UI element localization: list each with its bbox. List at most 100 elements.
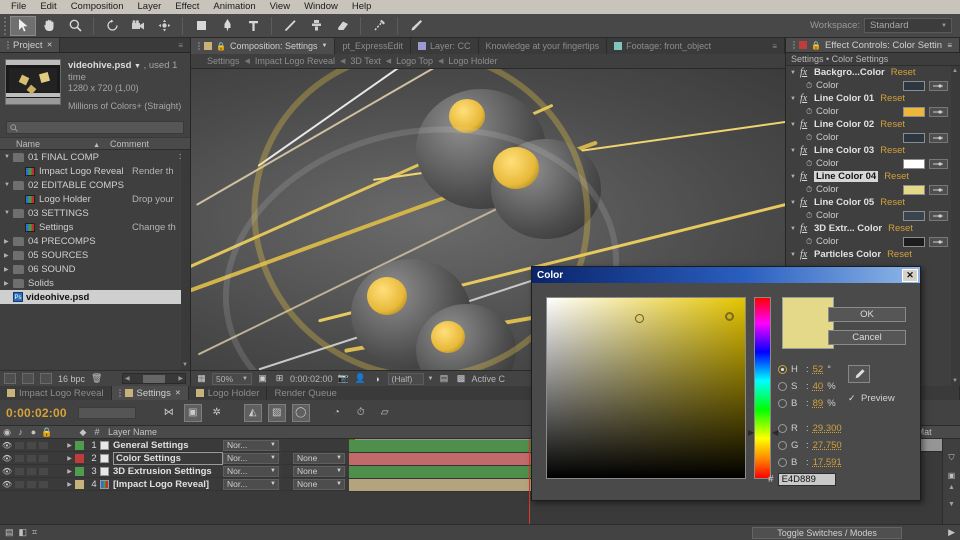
breadcrumb-item-1[interactable]: Impact Logo Reveal bbox=[255, 56, 335, 66]
value-saturation[interactable]: 40 bbox=[813, 381, 824, 392]
selection-tool-icon[interactable] bbox=[10, 15, 36, 36]
disclosure-triangle-icon[interactable]: ▶ bbox=[64, 442, 75, 449]
new-folder-icon[interactable] bbox=[22, 373, 34, 384]
layer-name[interactable]: 3D Extrusion Settings bbox=[113, 466, 212, 477]
column-header-name[interactable]: Name ▲ bbox=[0, 139, 110, 149]
effect-controls-scrollbar[interactable]: ▲ ▼ bbox=[951, 66, 960, 386]
reset-button[interactable]: Reset bbox=[884, 171, 909, 182]
disclosure-triangle-icon[interactable]: ▼ bbox=[790, 122, 800, 128]
project-vertical-scrollbar[interactable]: ▼ bbox=[181, 150, 190, 370]
menu-item-file[interactable]: File bbox=[4, 0, 33, 14]
disclosure-triangle-icon[interactable]: ▶ bbox=[4, 280, 13, 287]
scrollbar-thumb[interactable] bbox=[143, 374, 165, 383]
layer-bar-1[interactable] bbox=[349, 440, 545, 453]
label-color-swatch[interactable] bbox=[75, 466, 84, 476]
layer-bar-2[interactable] bbox=[349, 453, 545, 466]
eyedropper-button[interactable] bbox=[848, 365, 870, 383]
region-preview-icon[interactable]: ▤ bbox=[438, 373, 451, 385]
effect-row-line-color-05[interactable]: ▼ fx Line Color 05 Reset bbox=[786, 196, 960, 209]
tab-layer-cc[interactable]: Layer: CC bbox=[411, 38, 479, 54]
table-row[interactable]: 👁 ▶ 1 General Settings Nor... ▼ bbox=[0, 439, 349, 452]
close-icon[interactable]: ✕ bbox=[47, 41, 53, 49]
viewer-timecode[interactable]: 0:00:02:00 bbox=[290, 374, 333, 384]
list-item[interactable]: ▶ Solids bbox=[0, 276, 190, 290]
value-brightness[interactable]: 89 bbox=[813, 398, 824, 409]
disclosure-triangle-icon[interactable]: ▼ bbox=[790, 200, 800, 206]
eraser-tool-icon[interactable] bbox=[329, 16, 355, 36]
disclosure-triangle-icon[interactable]: ▼ bbox=[4, 210, 13, 216]
disclosure-triangle-icon[interactable]: ▶ bbox=[64, 468, 75, 475]
brainstorm-icon[interactable]: ◯ bbox=[291, 403, 310, 422]
snapshot-icon[interactable]: ▣ bbox=[943, 471, 960, 480]
disclosure-triangle-icon[interactable]: ▼ bbox=[790, 96, 800, 102]
zoom-tool-icon[interactable] bbox=[62, 16, 88, 36]
tab-effect-controls[interactable]: 🔒 Effect Controls: Color Settin ≡ bbox=[786, 38, 960, 52]
trkmat-select[interactable]: None ▼ bbox=[293, 478, 345, 490]
stopwatch-icon[interactable]: ⏱ bbox=[806, 81, 816, 91]
disclosure-triangle-icon[interactable]: ▼ bbox=[4, 182, 13, 188]
field-brightness[interactable]: B : 89 % bbox=[778, 395, 842, 412]
list-item[interactable]: ▼01 FINAL COMP⁙ bbox=[0, 150, 190, 164]
channel-rgb-icon[interactable]: ◑ bbox=[371, 373, 384, 385]
current-color-marker[interactable] bbox=[725, 312, 734, 321]
playhead[interactable] bbox=[529, 439, 530, 524]
field-hue[interactable]: H : 52 ° bbox=[778, 361, 842, 378]
menu-item-animation[interactable]: Animation bbox=[206, 0, 262, 14]
t-toggle[interactable] bbox=[279, 439, 281, 452]
project-search-input[interactable] bbox=[6, 121, 184, 134]
current-time-display[interactable]: 0:00:02:00 bbox=[6, 406, 67, 420]
solo-toggle[interactable] bbox=[26, 479, 37, 489]
hex-input[interactable]: E4D889 bbox=[777, 473, 836, 486]
list-item[interactable]: Settings Change th bbox=[0, 220, 190, 234]
color-swatch[interactable] bbox=[903, 236, 925, 247]
layer-bar-4[interactable] bbox=[349, 479, 545, 492]
trkmat-select[interactable]: None ▼ bbox=[293, 465, 345, 477]
preview-row[interactable]: ✓ Preview bbox=[848, 393, 895, 404]
disclosure-triangle-icon[interactable]: ▶ bbox=[4, 238, 13, 245]
list-item[interactable]: ▼ 03 SETTINGS bbox=[0, 206, 190, 220]
reset-button[interactable]: Reset bbox=[880, 119, 905, 130]
color-swatch[interactable] bbox=[903, 80, 925, 91]
reset-button[interactable]: Reset bbox=[887, 249, 912, 260]
eyedropper-icon[interactable] bbox=[929, 80, 948, 91]
eye-icon[interactable]: 👁 bbox=[0, 441, 14, 450]
tab-knowledge[interactable]: Knowledge at your fingertips bbox=[478, 38, 608, 54]
chevron-down-icon[interactable]: ▼ bbox=[134, 63, 141, 70]
label-color-swatch[interactable] bbox=[75, 453, 84, 463]
lock-icon[interactable]: 🔒 bbox=[216, 42, 226, 51]
tab-pt-expressedit[interactable]: pt_ExpressEdit bbox=[335, 38, 411, 54]
comp-marker-icon[interactable]: ⛉ bbox=[943, 453, 960, 463]
audio-toggle[interactable] bbox=[14, 466, 25, 476]
disclosure-triangle-icon[interactable]: ▶ bbox=[64, 455, 75, 462]
field-saturation[interactable]: S : 40 % bbox=[778, 378, 842, 395]
list-item[interactable]: ▶ 05 SOURCES bbox=[0, 248, 190, 262]
property-row-color[interactable]: ⏱ Color bbox=[786, 157, 960, 170]
eye-icon[interactable]: 👁 bbox=[0, 467, 14, 476]
breadcrumb-item-0[interactable]: Settings bbox=[207, 56, 240, 66]
mode-cell[interactable]: Nor... ▼ bbox=[223, 452, 279, 464]
table-row[interactable]: 👁 ▶ 4 [Impact Logo Reveal] Nor... ▼ None… bbox=[0, 477, 349, 491]
trkmat-select[interactable]: None ▼ bbox=[293, 452, 345, 464]
reset-button[interactable]: Reset bbox=[880, 197, 905, 208]
list-item[interactable]: ▶ 04 PRECOMPS bbox=[0, 234, 190, 248]
auto-keyframe-icon[interactable]: ⏱ bbox=[352, 404, 370, 422]
lock-toggle[interactable] bbox=[38, 440, 49, 450]
panel-menu-icon[interactable]: ≡ bbox=[178, 41, 183, 50]
property-row-color[interactable]: ⏱ Color bbox=[786, 183, 960, 196]
mode-cell[interactable]: Nor... ▼ bbox=[223, 465, 279, 477]
panel-menu-icon[interactable]: ≡ bbox=[772, 42, 777, 51]
layer-name[interactable]: [Impact Logo Reveal] bbox=[113, 479, 209, 490]
toggle-transparency-grid-icon[interactable]: ▦ bbox=[195, 373, 208, 385]
menu-item-layer[interactable]: Layer bbox=[131, 0, 169, 14]
list-item[interactable]: Impact Logo Reveal Render th bbox=[0, 164, 190, 178]
menu-item-view[interactable]: View bbox=[263, 0, 297, 14]
scroll-right-icon[interactable]: ▶ bbox=[178, 375, 183, 382]
disclosure-triangle-icon[interactable]: ▼ bbox=[790, 226, 800, 232]
color-swatch[interactable] bbox=[903, 210, 925, 221]
delete-icon[interactable]: 🗑 bbox=[91, 373, 103, 384]
audio-toggle[interactable] bbox=[14, 453, 25, 463]
t-toggle[interactable] bbox=[279, 464, 281, 478]
eyedropper-icon[interactable] bbox=[929, 236, 948, 247]
radio-red[interactable] bbox=[778, 424, 787, 433]
disclosure-triangle-icon[interactable]: ▼ bbox=[4, 154, 13, 160]
